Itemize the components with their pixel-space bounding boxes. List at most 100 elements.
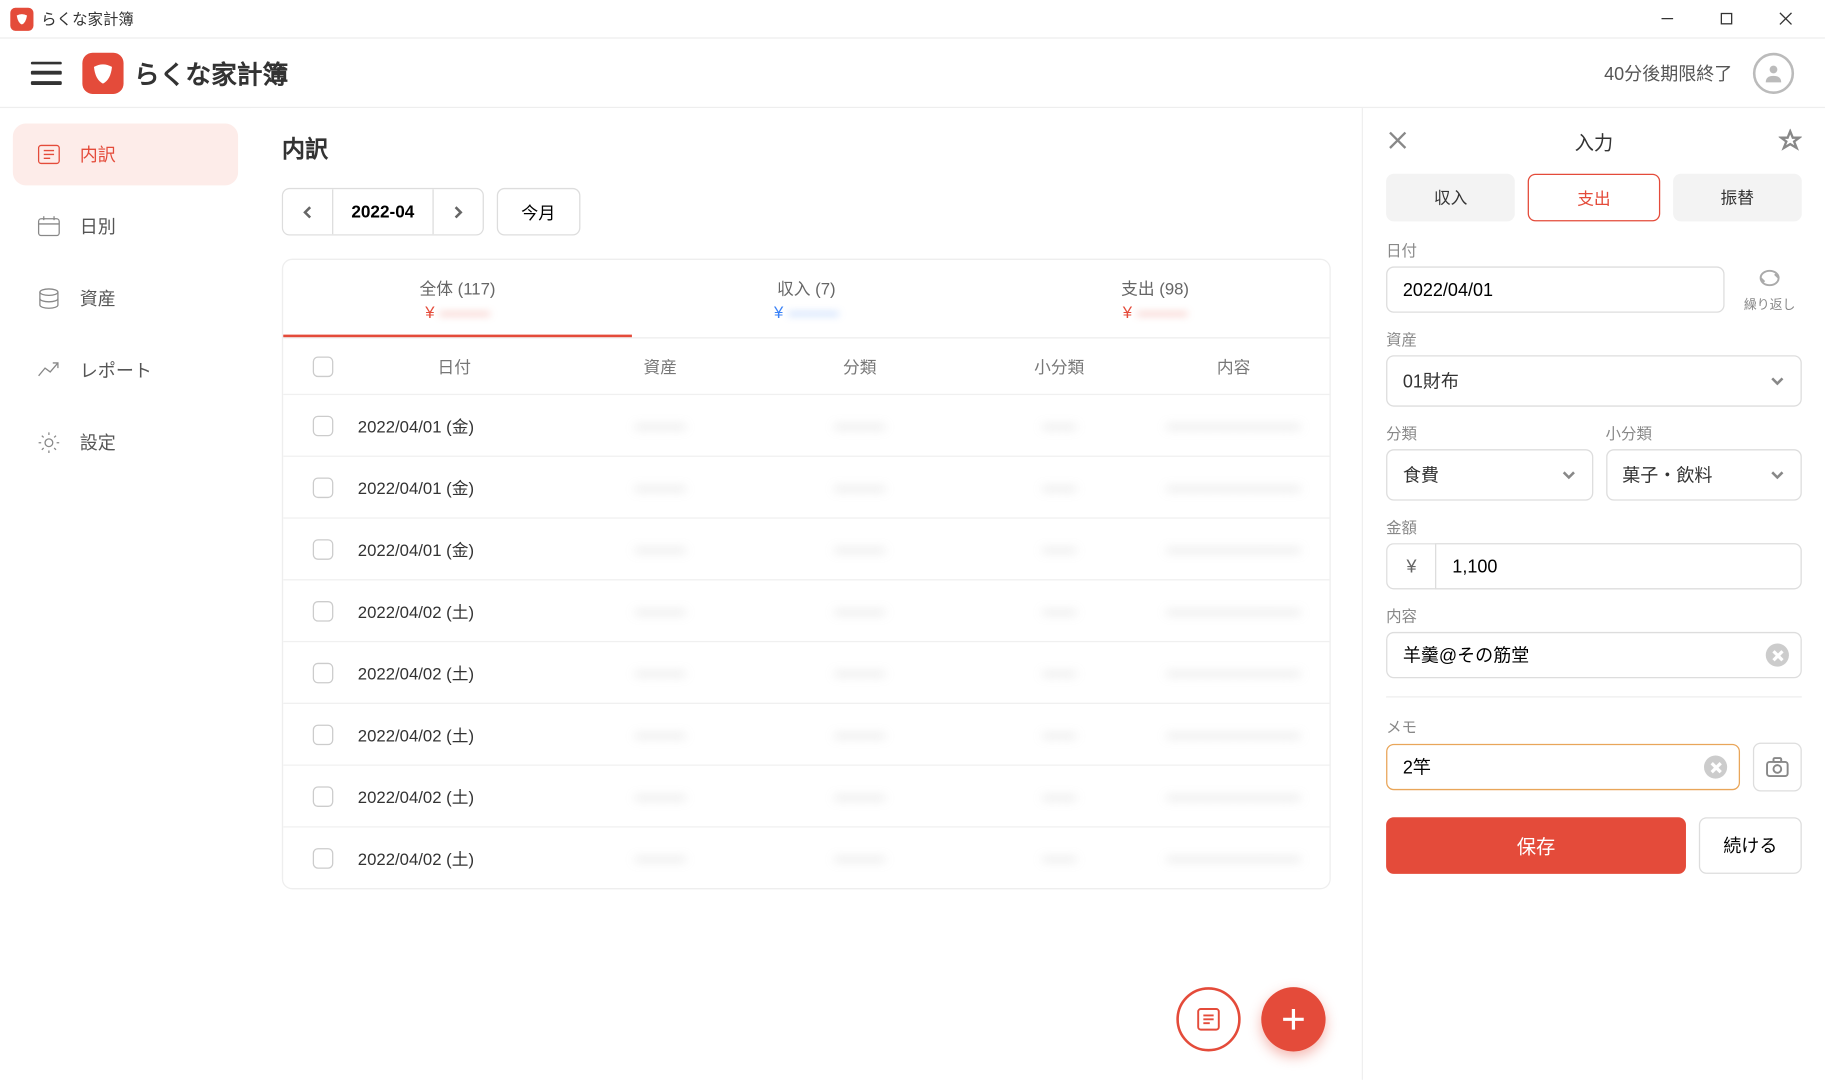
- row-category: ———: [757, 416, 963, 435]
- row-checkbox[interactable]: [313, 539, 334, 560]
- row-category: ———: [757, 663, 963, 682]
- memo-input[interactable]: [1386, 744, 1740, 790]
- favorite-button[interactable]: [1779, 129, 1802, 156]
- subcategory-label: 小分類: [1606, 422, 1802, 444]
- summary-tab-label: 支出 (98): [981, 275, 1330, 299]
- sidebar-item-report[interactable]: レポート: [13, 340, 238, 402]
- row-date: 2022/04/02 (土): [345, 598, 564, 622]
- summary-tab-income[interactable]: 収入 (7) ¥———: [632, 260, 981, 337]
- clear-description-button[interactable]: [1766, 644, 1789, 667]
- table-row[interactable]: 2022/04/01 (金)————————————————: [283, 456, 1329, 518]
- close-panel-button[interactable]: [1386, 129, 1409, 156]
- row-checkbox[interactable]: [313, 600, 334, 621]
- panel-title: 入力: [1575, 129, 1614, 156]
- row-date: 2022/04/01 (金): [345, 537, 564, 561]
- period-button[interactable]: 2022-04: [332, 189, 432, 234]
- close-window-button[interactable]: [1755, 0, 1814, 38]
- chevron-down-icon: [1561, 467, 1576, 482]
- date-input[interactable]: [1386, 266, 1724, 312]
- asset-select[interactable]: 01財布: [1386, 355, 1802, 406]
- page-title: 内訳: [282, 131, 1331, 164]
- sidebar-item-label: 資産: [80, 286, 116, 312]
- next-month-button[interactable]: [432, 189, 482, 234]
- summary-tab-expense[interactable]: 支出 (98) ¥———: [981, 260, 1330, 337]
- row-checkbox[interactable]: [313, 847, 334, 868]
- category-value: 食費: [1403, 462, 1439, 488]
- asset-label: 資産: [1386, 328, 1802, 350]
- row-subcategory: ——: [963, 786, 1156, 805]
- summary-tab-all[interactable]: 全体 (117) ¥———: [283, 260, 632, 337]
- table-row[interactable]: 2022/04/02 (土)————————————————: [283, 579, 1329, 641]
- row-checkbox[interactable]: [313, 724, 334, 745]
- table-row[interactable]: 2022/04/01 (金)————————————————: [283, 517, 1329, 579]
- description-input[interactable]: [1386, 632, 1802, 678]
- row-date: 2022/04/01 (金): [345, 475, 564, 499]
- asset-value: 01財布: [1403, 368, 1459, 394]
- column-category: 分類: [757, 354, 963, 378]
- date-label: 日付: [1386, 239, 1724, 261]
- table-header: 日付 資産 分類 小分類 内容: [283, 337, 1329, 394]
- sidebar-item-label: レポート: [80, 358, 152, 384]
- table-row[interactable]: 2022/04/02 (土)————————————————: [283, 641, 1329, 703]
- minimize-button[interactable]: [1637, 0, 1696, 38]
- row-date: 2022/04/02 (土): [345, 722, 564, 746]
- column-description: 内容: [1156, 354, 1312, 378]
- row-asset: ———: [564, 725, 757, 744]
- row-description: ————————: [1156, 539, 1312, 558]
- row-category: ———: [757, 848, 963, 867]
- subcategory-value: 菓子・飲料: [1622, 462, 1712, 488]
- repeat-button[interactable]: 繰り返し: [1737, 269, 1801, 313]
- row-asset: ———: [564, 539, 757, 558]
- sidebar-item-settings[interactable]: 設定: [13, 412, 238, 474]
- tab-expense[interactable]: 支出: [1528, 174, 1660, 222]
- app-logo: [82, 52, 123, 93]
- row-checkbox[interactable]: [313, 786, 334, 807]
- transactions-card: 全体 (117) ¥——— 収入 (7) ¥——— 支出 (98) ¥——— 日…: [282, 259, 1331, 890]
- this-month-button[interactable]: 今月: [497, 188, 580, 236]
- fab-list-button[interactable]: [1176, 987, 1240, 1051]
- sidebar-item-assets[interactable]: 資産: [13, 268, 238, 330]
- column-asset: 資産: [564, 354, 757, 378]
- row-description: ————————: [1156, 601, 1312, 620]
- select-all-checkbox[interactable]: [313, 356, 334, 377]
- tab-income[interactable]: 収入: [1386, 174, 1515, 222]
- camera-button[interactable]: [1753, 743, 1802, 792]
- tab-transfer[interactable]: 振替: [1673, 174, 1802, 222]
- sidebar-item-label: 内訳: [80, 142, 116, 168]
- row-date: 2022/04/01 (金): [345, 413, 564, 437]
- sidebar-item-breakdown[interactable]: 内訳: [13, 124, 238, 186]
- row-asset: ———: [564, 477, 757, 496]
- row-subcategory: ——: [963, 663, 1156, 682]
- amount-input[interactable]: [1436, 543, 1802, 589]
- table-row[interactable]: 2022/04/02 (土)————————————————: [283, 764, 1329, 826]
- row-description: ————————: [1156, 416, 1312, 435]
- table-row[interactable]: 2022/04/02 (土)————————————————: [283, 703, 1329, 765]
- row-subcategory: ——: [963, 725, 1156, 744]
- chevron-down-icon: [1770, 467, 1785, 482]
- sidebar-item-daily[interactable]: 日別: [13, 196, 238, 258]
- app-icon: [10, 7, 33, 30]
- clear-memo-button[interactable]: [1704, 755, 1727, 778]
- row-asset: ———: [564, 848, 757, 867]
- row-checkbox[interactable]: [313, 415, 334, 436]
- subcategory-select[interactable]: 菓子・飲料: [1606, 449, 1802, 500]
- prev-month-button[interactable]: [283, 189, 332, 234]
- main-content: 内訳 2022-04 今月 全体 (117) ¥——— 収入 (7) ¥——— …: [251, 108, 1362, 1080]
- fab-add-button[interactable]: [1261, 987, 1325, 1051]
- save-button[interactable]: 保存: [1386, 817, 1686, 874]
- row-checkbox[interactable]: [313, 477, 334, 498]
- table-row[interactable]: 2022/04/01 (金)————————————————: [283, 394, 1329, 456]
- row-date: 2022/04/02 (土): [345, 846, 564, 870]
- category-select[interactable]: 食費: [1386, 449, 1593, 500]
- app-name: らくな家計簿: [134, 54, 288, 91]
- account-avatar[interactable]: [1753, 52, 1794, 93]
- row-category: ———: [757, 601, 963, 620]
- row-checkbox[interactable]: [313, 662, 334, 683]
- row-subcategory: ——: [963, 848, 1156, 867]
- titlebar: らくな家計簿: [0, 0, 1825, 39]
- table-row[interactable]: 2022/04/02 (土)————————————————: [283, 826, 1329, 888]
- continue-button[interactable]: 続ける: [1699, 817, 1802, 874]
- summary-tab-label: 全体 (117): [283, 275, 632, 299]
- maximize-button[interactable]: [1696, 0, 1755, 38]
- menu-toggle-button[interactable]: [31, 57, 62, 88]
